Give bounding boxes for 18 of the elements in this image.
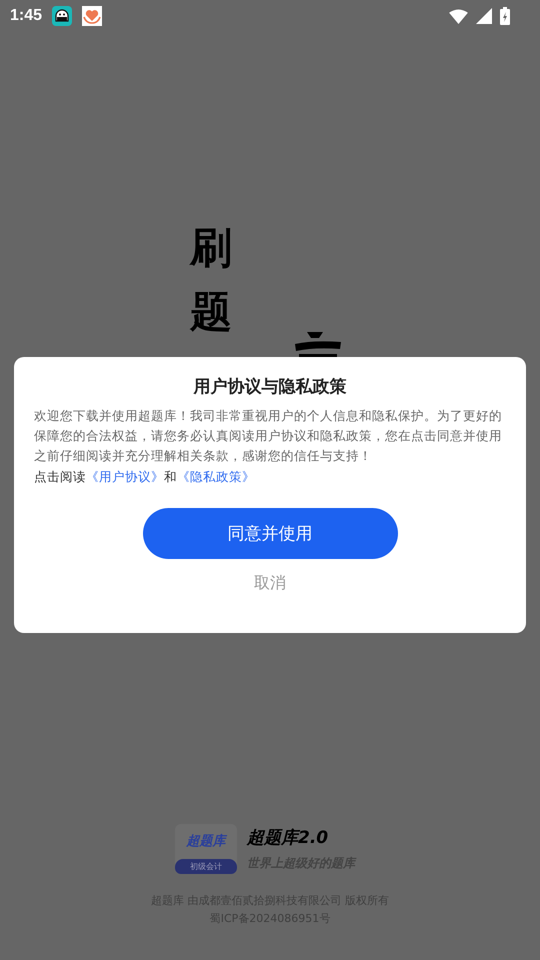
title-character: 题 — [190, 290, 233, 334]
heart-hands-app-icon — [82, 6, 102, 26]
title-character: 刷 — [190, 226, 233, 270]
status-time: 1:45 — [10, 7, 42, 25]
battery-icon — [500, 7, 510, 25]
app-name: 超题库2.0 — [247, 827, 330, 849]
agree-button[interactable]: 同意并使用 — [142, 508, 398, 559]
dialog-message: 欢迎您下载并使用超题库！我司非常重视用户的个人信息和隐私保护。为了更好的保障您的合法权益，请您务必认真阅读用户协议和隐私政策，您在点击同意并使用之前仔细阅读并充分理解相关条款，感谢您的信任与支持！ — [34, 407, 503, 465]
cancel-button[interactable]: 取消 — [246, 569, 294, 598]
agreement-link[interactable]: 《隐私政策》 — [177, 469, 255, 484]
agreement-links-text: 点击阅读《用户协议》和《隐私政策》 — [34, 469, 256, 486]
app-logo: 超题库 初级会计 — [175, 824, 237, 874]
robot-app-icon — [52, 6, 72, 26]
character-fragment-drawing — [293, 332, 343, 357]
signal-icon — [476, 8, 492, 24]
wifi-icon — [449, 8, 468, 24]
dialog-title: 用户协议与隐私政策 — [194, 376, 346, 398]
agreement-link[interactable]: 《用户协议》 — [86, 469, 164, 484]
